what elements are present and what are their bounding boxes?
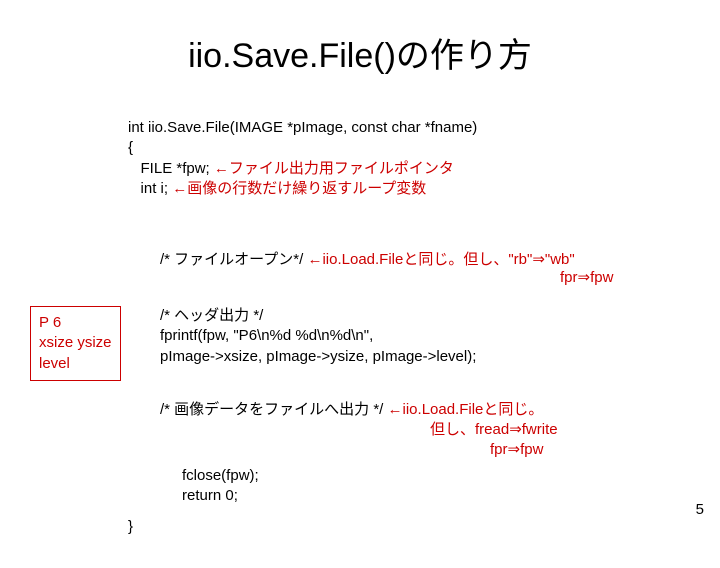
- page-number: 5: [696, 501, 704, 518]
- header-args: pImage->xsize, pImage->ysize, pImage->le…: [160, 347, 476, 367]
- decl-i-comment: ←画像の行数だけ繰り返すループ変数: [172, 180, 426, 197]
- ppm-header-box: P 6 xsize ysize level: [30, 306, 121, 381]
- file-open-section: /* ファイルオープン*/ ←iio.Load.Fileと同じ。但し、"rb"⇒…: [160, 248, 575, 269]
- return-line: return 0;: [182, 486, 259, 506]
- fclose-line: fclose(fpw);: [182, 466, 259, 486]
- decl-file: FILE *fpw;: [141, 160, 214, 177]
- ppm-dims: xsize ysize: [39, 333, 112, 353]
- func-signature: int iio.Save.File(IMAGE *pImage, const c…: [128, 118, 477, 138]
- ppm-magic: P 6: [39, 313, 112, 333]
- open-label: /* ファイルオープン*/: [160, 251, 307, 268]
- imgdata-note-2: 但し、fread⇒fwrite: [430, 420, 558, 440]
- imgdata-note-3: fpr⇒fpw: [490, 440, 543, 458]
- brace-open: {: [128, 138, 477, 158]
- image-data-section: /* 画像データをファイルへ出力 */ ←iio.Load.Fileと同じ。: [160, 400, 543, 420]
- imgdata-note-1: ←iio.Load.Fileと同じ。: [388, 401, 544, 418]
- close-section: fclose(fpw); return 0;: [182, 466, 259, 507]
- ppm-level: level: [39, 354, 112, 374]
- header-comment: /* ヘッダ出力 */: [160, 306, 476, 326]
- page-title: iio.Save.File()の作り方: [0, 28, 720, 77]
- code-declaration: int iio.Save.File(IMAGE *pImage, const c…: [128, 118, 477, 199]
- imgdata-label: /* 画像データをファイルへ出力 */: [160, 401, 388, 418]
- header-fprintf: fprintf(fpw, "P6\n%d %d\n%d\n",: [160, 326, 476, 346]
- decl-file-comment: ←ファイル出力用ファイルポインタ: [214, 160, 454, 177]
- open-note-2: fpr⇒fpw: [560, 268, 613, 286]
- decl-i: int i;: [141, 180, 173, 197]
- header-output-section: /* ヘッダ出力 */ fprintf(fpw, "P6\n%d %d\n%d\…: [160, 306, 476, 367]
- open-note-1: ←iio.Load.Fileと同じ。但し、"rb"⇒"wb": [307, 251, 574, 268]
- brace-close: }: [128, 518, 133, 535]
